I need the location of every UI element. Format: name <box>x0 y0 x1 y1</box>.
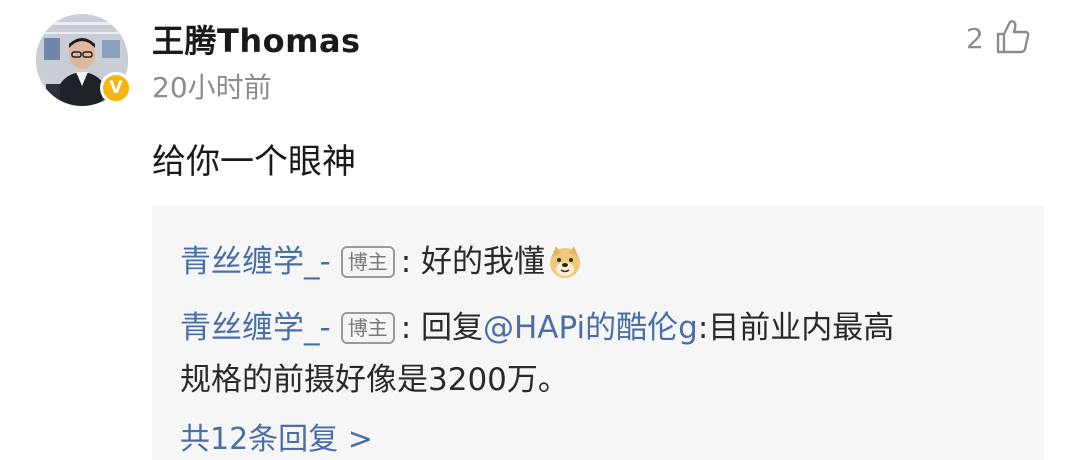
reply-separator: : <box>400 244 412 280</box>
reply-separator: : <box>400 310 412 346</box>
comment-text: 给你一个眼神 <box>152 142 356 182</box>
reply-text: 好的我懂 <box>421 244 545 280</box>
doge-emoji-icon <box>550 245 580 278</box>
more-replies-link[interactable]: 共12条回复 > <box>180 414 373 458</box>
timestamp: 20小时前 <box>152 71 272 104</box>
reply-prefix: 回复 <box>421 310 483 346</box>
reply-text: :目前业内最高 <box>697 310 895 346</box>
author-tag-badge: 博主 <box>340 245 395 278</box>
verified-badge-icon: V <box>100 72 132 104</box>
like-count[interactable]: 2 <box>966 22 984 55</box>
reply-text-continued: 规格的前摄好像是3200万。 <box>180 362 569 398</box>
comment-card: V 王腾Thomas 20小时前 2 给你一个眼神 青丝缠学_- 博主: 好的我懂… <box>0 0 1080 460</box>
mention-link[interactable]: @HAPi的酷伦g <box>483 310 698 346</box>
reply-item[interactable]: 青丝缠学_- 博主: 好的我懂 <box>180 234 583 290</box>
replies-panel[interactable]: 青丝缠学_- 博主: 好的我懂 青丝缠学_- 博主: 回复@HAPi的酷伦g:目前业… <box>152 206 1044 460</box>
reply-author[interactable]: 青丝缠学_- <box>180 310 331 346</box>
reply-item[interactable]: 青丝缠学_- 博主: 回复@HAPi的酷伦g:目前业内最高 <box>180 300 894 356</box>
author-tag-badge: 博主 <box>340 311 395 344</box>
thumbs-up-icon[interactable] <box>994 18 1032 56</box>
username[interactable]: 王腾Thomas <box>152 16 361 62</box>
reply-author[interactable]: 青丝缠学_- <box>180 244 331 280</box>
